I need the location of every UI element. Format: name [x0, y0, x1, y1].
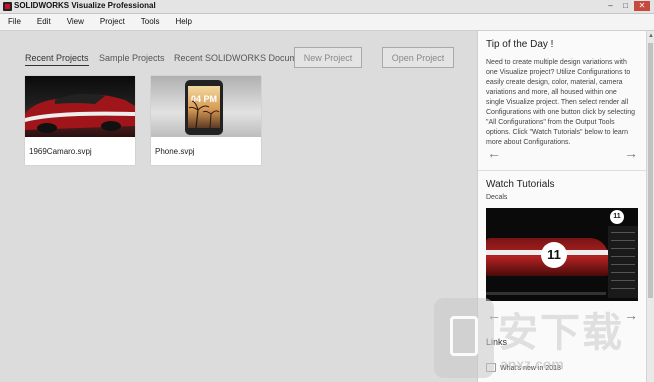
- window-title: SOLIDWORKS Visualize Professional: [14, 1, 156, 10]
- palm-tree-icon: [188, 100, 220, 128]
- title-bar: SOLIDWORKS Visualize Professional – □ ✕: [0, 0, 654, 14]
- open-project-button[interactable]: Open Project: [382, 47, 454, 68]
- video-decal-preview: 11: [610, 210, 624, 224]
- watch-tutorials-title: Watch Tutorials: [486, 179, 555, 190]
- watermark-shield-icon: [434, 298, 494, 378]
- menu-edit[interactable]: Edit: [29, 14, 59, 30]
- menu-bar: File Edit View Project Tools Help: [0, 14, 654, 31]
- watermark-domain: anxz.com: [500, 356, 564, 372]
- new-project-button[interactable]: New Project: [294, 47, 362, 68]
- tutorial-name: Decals: [486, 194, 508, 201]
- tip-of-the-day-body: Need to create multiple design variation…: [486, 59, 636, 146]
- phone-image-icon: 04 PM: [185, 80, 223, 135]
- project-card-phone[interactable]: 04 PM Phone.svpj: [151, 76, 261, 165]
- menu-tools[interactable]: Tools: [133, 14, 168, 30]
- tip-prev-arrow-icon[interactable]: ←: [487, 145, 501, 161]
- menu-help[interactable]: Help: [167, 14, 199, 30]
- project-name-camaro: 1969Camaro.svpj: [29, 147, 92, 156]
- project-name-phone: Phone.svpj: [155, 147, 195, 156]
- phone-screen: 04 PM: [188, 86, 220, 128]
- project-card-camaro[interactable]: 1969Camaro.svpj: [25, 76, 135, 165]
- window-controls: – □ ✕: [604, 1, 650, 11]
- tip-of-the-day-title: Tip of the Day !: [486, 39, 554, 50]
- menu-file[interactable]: File: [0, 14, 29, 30]
- app-logo-icon: [3, 2, 12, 11]
- video-properties-panel: [608, 226, 638, 298]
- start-page-main: Recent Projects Sample Projects Recent S…: [0, 31, 477, 382]
- car-image-icon: [25, 93, 135, 133]
- project-thumbnail-camaro: [25, 76, 135, 137]
- watermark-text: 安下载: [498, 311, 624, 355]
- tab-sample-projects[interactable]: Sample Projects: [99, 53, 165, 63]
- scroll-up-arrow-icon[interactable]: ▲: [647, 33, 654, 39]
- tip-next-arrow-icon[interactable]: →: [624, 145, 638, 161]
- project-thumbnail-phone: 04 PM: [151, 76, 261, 137]
- video-decal-number: 11: [541, 242, 567, 268]
- section-divider: [478, 170, 647, 171]
- watermark: 安下载 anxz.com: [434, 294, 654, 382]
- scroll-thumb[interactable]: [648, 43, 653, 298]
- tutorial-video-thumbnail[interactable]: 11 11: [486, 208, 638, 301]
- menu-project[interactable]: Project: [92, 14, 133, 30]
- close-button[interactable]: ✕: [634, 1, 650, 11]
- minimize-button[interactable]: –: [604, 1, 617, 11]
- tab-recent-projects[interactable]: Recent Projects: [25, 53, 89, 66]
- menu-view[interactable]: View: [59, 14, 92, 30]
- maximize-button[interactable]: □: [619, 1, 632, 11]
